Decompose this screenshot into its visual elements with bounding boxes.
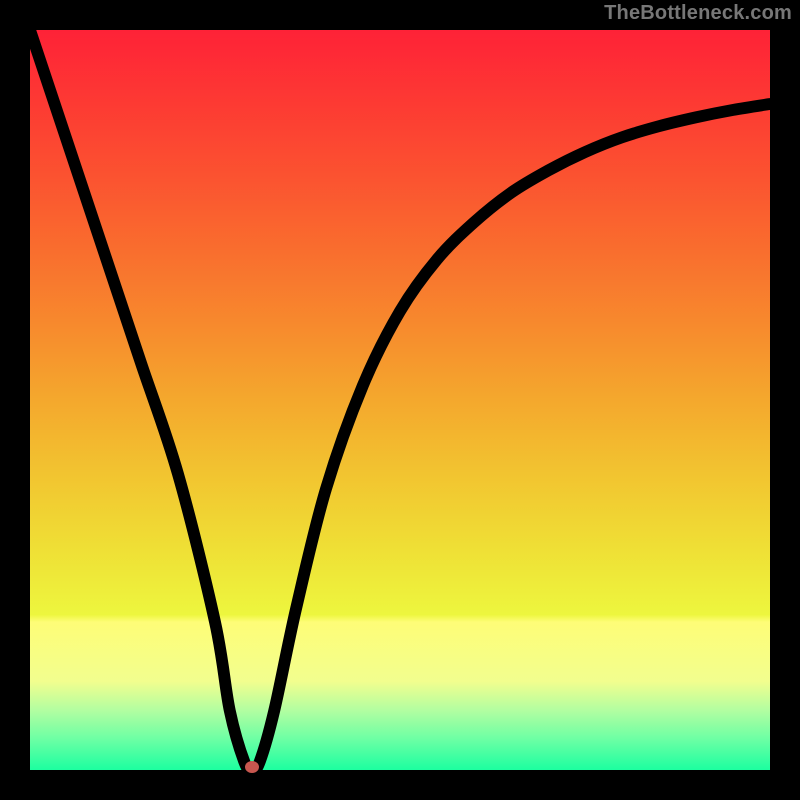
chart-frame: TheBottleneck.com <box>0 0 800 800</box>
bottleneck-curve <box>30 30 770 770</box>
watermark-text: TheBottleneck.com <box>604 2 792 25</box>
curve-layer <box>30 30 770 770</box>
optimal-point-marker <box>245 761 259 773</box>
